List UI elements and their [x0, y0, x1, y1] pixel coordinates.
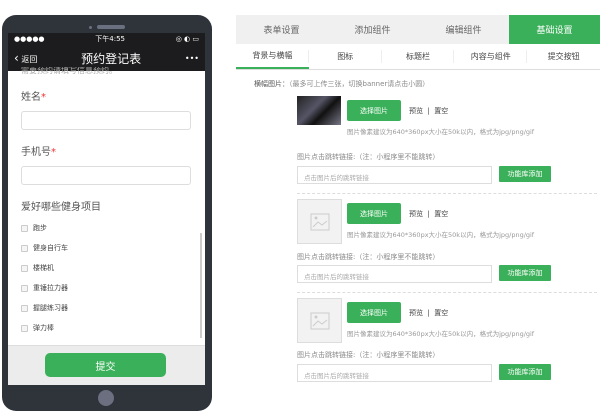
back-button[interactable]: ‹ 返回 [14, 51, 37, 65]
banner-thumbnail [297, 96, 341, 125]
image-hint: 图片像素建议为640*360px大小在50k以内，格式为jpg/png/gif [347, 330, 535, 338]
subtab-title-bar[interactable]: 标题栏 [382, 44, 455, 69]
link-label: 图片点击跳转链接:（注：小程序里不能跳转） [297, 153, 440, 161]
checkbox-option[interactable]: 重锤拉力器 [21, 283, 192, 294]
add-from-library-button[interactable]: 功能库添加 [499, 166, 551, 182]
select-image-button[interactable]: 选择图片 [347, 203, 401, 224]
add-from-library-button[interactable]: 功能库添加 [499, 364, 551, 380]
speaker [97, 25, 125, 29]
phone-preview: ●●●●● 下午4:55 ◎ ◐ ▭ ‹ 返回 预约登记表 ••• 需要预约请填… [2, 15, 212, 411]
form-footer: 提交 [8, 345, 205, 385]
banner-label: 横幅图片：（最多可上传三张，切换banner请点击小圆） [254, 80, 430, 88]
tab-form-settings[interactable]: 表单设置 [236, 15, 327, 44]
clear-link[interactable]: 置空 [434, 309, 448, 317]
checkbox-option[interactable]: 跑步 [21, 223, 192, 234]
phone-screen: ●●●●● 下午4:55 ◎ ◐ ▭ ‹ 返回 预约登记表 ••• 需要预约请填… [8, 33, 205, 385]
checkbox-option[interactable]: 弹力棒 [21, 323, 192, 334]
add-from-library-button[interactable]: 功能库添加 [499, 265, 551, 281]
checkbox-option[interactable]: 楼梯机 [21, 263, 192, 274]
name-input[interactable] [21, 111, 191, 130]
back-label: 返回 [21, 55, 38, 64]
sub-tabs: 背景与横幅 图标 标题栏 内容与组件 提交按钮 [236, 44, 600, 70]
separator: | [427, 210, 430, 218]
status-bar: ●●●●● 下午4:55 ◎ ◐ ▭ [8, 33, 205, 45]
image-hint: 图片像素建议为640*360px大小在50k以内，格式为jpg/png/gif [347, 231, 535, 239]
link-input[interactable]: 点击图片后的跳转链接 [297, 265, 492, 283]
submit-button[interactable]: 提交 [45, 353, 166, 377]
clear-link[interactable]: 置空 [434, 210, 448, 218]
subtab-submit-button[interactable]: 提交按钮 [527, 44, 600, 69]
image-placeholder-icon [297, 199, 342, 244]
subtab-content[interactable]: 内容与组件 [454, 44, 527, 69]
tab-add-component[interactable]: 添加组件 [327, 15, 418, 44]
preview-link[interactable]: 预览 [409, 107, 423, 115]
subtab-background-banner[interactable]: 背景与横幅 [236, 44, 309, 69]
tab-basic-settings[interactable]: 基础设置 [509, 15, 600, 44]
link-input[interactable]: 点击图片后的跳转链接 [297, 364, 492, 382]
link-label: 图片点击跳转链接:（注：小程序里不能跳转） [297, 351, 440, 359]
more-icon[interactable]: ••• [185, 54, 199, 63]
field-label-phone: 手机号* [21, 147, 56, 158]
field-label-name: 姓名* [21, 92, 46, 103]
description-text: 需要预约请填写信息预约。 [21, 67, 117, 75]
select-image-button[interactable]: 选择图片 [347, 100, 401, 121]
phone-input[interactable] [21, 166, 191, 185]
page-title: 预约登记表 [81, 51, 142, 66]
separator: | [427, 309, 430, 317]
divider [297, 193, 597, 194]
checkbox-option[interactable]: 握腿练习器 [21, 303, 192, 314]
link-input[interactable]: 点击图片后的跳转链接 [297, 166, 492, 184]
battery-icon: ◎ ◐ ▭ [175, 35, 199, 43]
divider [297, 292, 597, 293]
clear-link[interactable]: 置空 [434, 107, 448, 115]
subtab-icon[interactable]: 图标 [309, 44, 382, 69]
image-hint: 图片像素建议为640*360px大小在50k以内，格式为jpg/png/gif [347, 128, 535, 136]
tab-edit-component[interactable]: 编辑组件 [418, 15, 509, 44]
camera [89, 26, 92, 29]
form-content: 需要预约请填写信息预约。 姓名* 手机号* 爱好哪些健身项目 跑步 健身自行车 … [8, 67, 205, 345]
signal-icon: ●●●●● [14, 35, 45, 43]
preview-link[interactable]: 预览 [409, 309, 423, 317]
preview-link[interactable]: 预览 [409, 210, 423, 218]
checkbox-option[interactable]: 健身自行车 [21, 243, 192, 254]
status-time: 下午4:55 [95, 35, 125, 43]
link-label: 图片点击跳转链接:（注：小程序里不能跳转） [297, 253, 440, 261]
separator: | [427, 107, 430, 115]
chevron-left-icon: ‹ [14, 51, 19, 65]
checkbox-group-label: 爱好哪些健身项目 [21, 202, 101, 213]
main-tabs: 表单设置 添加组件 编辑组件 基础设置 [236, 15, 600, 44]
image-placeholder-icon [297, 298, 342, 343]
scrollbar[interactable] [200, 233, 202, 338]
home-button [98, 390, 114, 406]
select-image-button[interactable]: 选择图片 [347, 302, 401, 323]
